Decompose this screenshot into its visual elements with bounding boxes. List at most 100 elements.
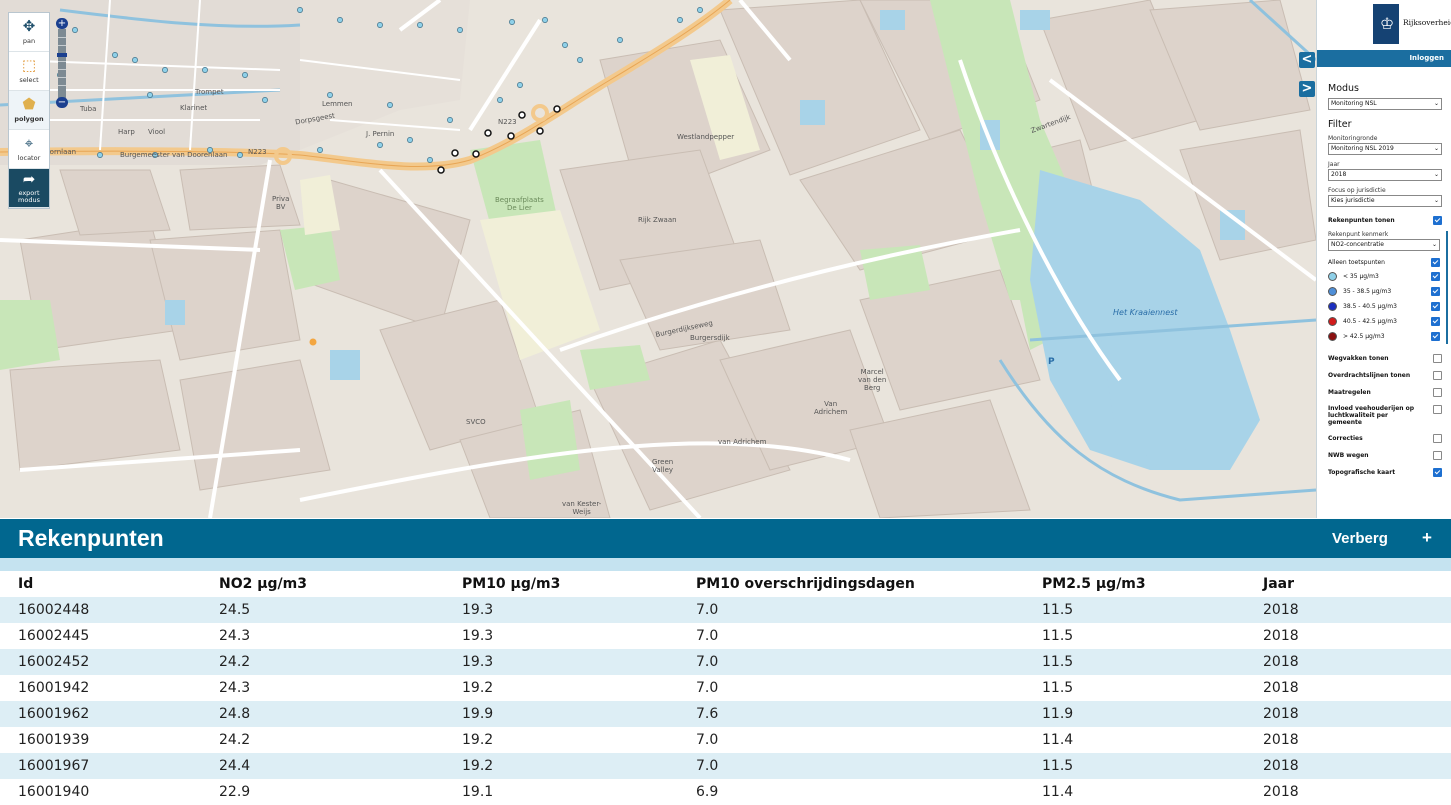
table-cell: 2018 xyxy=(1263,597,1451,623)
layer-list: Wegvakken tonen Overdrachtslijnen tonen Ma… xyxy=(1328,350,1442,481)
layer-label: Correcties xyxy=(1328,435,1363,442)
pan-tool-label: pan xyxy=(22,37,36,45)
legend-checkbox[interactable] xyxy=(1431,287,1440,296)
table-cell: 7.0 xyxy=(696,732,719,748)
crosshair-icon: ⌖ xyxy=(24,134,34,152)
hide-results-button[interactable]: Verberg xyxy=(1332,530,1388,547)
layer-checkbox[interactable] xyxy=(1433,354,1442,363)
results-title: Rekenpunten xyxy=(18,525,164,551)
jaar-select[interactable]: 2018 ⌄ xyxy=(1328,169,1442,181)
column-header[interactable]: Id xyxy=(0,571,219,597)
table-row[interactable]: 16001962 24.8 19.9 7.6 11.9 2018 xyxy=(0,701,1451,727)
column-header[interactable]: Jaar xyxy=(1263,571,1451,597)
legend-item: < 35 µg/m3 xyxy=(1328,269,1440,284)
table-row[interactable]: 16002445 24.3 19.3 7.0 11.5 2018 xyxy=(0,623,1451,649)
table-cell: 19.2 xyxy=(462,753,696,779)
share-arrow-icon: ➦ xyxy=(22,170,36,188)
login-button[interactable]: Inloggen xyxy=(1317,50,1451,67)
rekenpunt-kenmerk-select[interactable]: NO2-concentratie ⌄ xyxy=(1328,239,1440,251)
monitoringronde-select[interactable]: Monitoring NSL 2019 ⌄ xyxy=(1328,143,1442,155)
table-cell: 7.0 xyxy=(696,628,719,644)
alleen-toetspunten-checkbox[interactable] xyxy=(1431,257,1440,267)
layer-label: Maatregelen xyxy=(1328,389,1371,396)
layer-checkbox[interactable] xyxy=(1433,371,1442,380)
legend-checkbox[interactable] xyxy=(1431,302,1440,311)
zoom-slider-thumb[interactable] xyxy=(57,53,67,57)
table-cell: 7.0 xyxy=(696,597,1042,623)
layer-checkbox[interactable] xyxy=(1433,405,1442,414)
table-row[interactable]: 16002448 24.5 19.3 7.0 11.5 2018 xyxy=(0,597,1451,623)
table-cell: 11.5 xyxy=(1042,680,1074,696)
filter-heading: Filter xyxy=(1328,119,1352,130)
column-header[interactable]: NO2 µg/m3 xyxy=(219,571,462,597)
table-row[interactable]: 16001942 24.3 19.2 7.0 11.5 2018 xyxy=(0,675,1451,701)
legend-dot-icon xyxy=(1328,332,1337,341)
results-panel: Rekenpunten Verberg + Id NO2 µg/m3 PM10 µg… xyxy=(0,519,1451,803)
pan-tool-button[interactable]: ✥ pan xyxy=(9,13,49,52)
place-label-kraaiennest: Het Kraaiennest xyxy=(1113,308,1178,317)
zoom-slider[interactable] xyxy=(57,29,67,98)
column-header[interactable]: PM2.5 µg/m3 xyxy=(1042,571,1263,597)
map-tiles xyxy=(0,0,1316,518)
locator-tool-label: locator xyxy=(17,154,41,162)
locator-tool-button[interactable]: ⌖ locator xyxy=(9,130,49,169)
column-header[interactable]: PM10 overschrijdingsdagen xyxy=(696,571,1042,597)
legend-item: 35 - 38.5 µg/m3 xyxy=(1328,284,1440,299)
layer-checkbox[interactable] xyxy=(1433,451,1442,460)
legend-dot-icon xyxy=(1328,272,1337,281)
parking-label: P xyxy=(1048,357,1055,367)
table-cell: 2018 xyxy=(1263,753,1451,779)
place-label-van-adrichem: Van Adrichem xyxy=(814,400,848,416)
table-cell: 7.0 xyxy=(696,680,719,696)
table-cell: 2018 xyxy=(1263,732,1299,748)
collapse-panel-button[interactable]: < xyxy=(1299,52,1315,68)
column-header[interactable]: PM10 µg/m3 xyxy=(462,571,696,597)
chevron-down-icon: ⌄ xyxy=(1433,197,1439,204)
street-label-trompet: Trompet xyxy=(195,88,224,96)
table-row[interactable]: 16001939 24.2 19.2 7.0 11.4 2018 xyxy=(0,727,1451,753)
select-tool-button[interactable]: ⬚ select xyxy=(9,52,49,91)
jaar-label: Jaar xyxy=(1328,161,1340,168)
export-mode-button[interactable]: ➦ export modus xyxy=(9,169,49,208)
crest-icon: ♔ xyxy=(1375,4,1399,44)
expand-panel-button[interactable]: > xyxy=(1299,81,1315,97)
road-label-n223: N223 xyxy=(498,118,517,126)
place-label-begraafplaats: Begraafplaats De Lier xyxy=(495,196,544,212)
layer-label: NWB wegen xyxy=(1328,452,1369,459)
table-row[interactable]: 16001940 22.9 19.1 6.9 11.4 2018 xyxy=(0,779,1451,805)
monitoringronde-label: Monitoringronde xyxy=(1328,135,1378,142)
polygon-tool-button[interactable]: ⬟ polygon xyxy=(9,91,49,130)
layer-row: Correcties xyxy=(1328,430,1442,447)
expand-results-button[interactable]: + xyxy=(1422,528,1432,548)
legend-dot-icon xyxy=(1328,302,1337,311)
table-row[interactable]: 16002452 24.2 19.3 7.0 11.5 2018 xyxy=(0,649,1451,675)
modus-select[interactable]: Monitoring NSL ⌄ xyxy=(1328,98,1442,110)
layer-row: NWB wegen xyxy=(1328,447,1442,464)
table-row[interactable]: 16001967 24.4 19.2 7.0 11.5 2018 xyxy=(0,753,1451,779)
modus-select-value: Monitoring NSL xyxy=(1331,100,1377,107)
table-cell: 16001942 xyxy=(18,680,90,696)
legend-checkbox[interactable] xyxy=(1431,272,1440,281)
focus-select[interactable]: Kies jurisdictie ⌄ xyxy=(1328,195,1442,207)
table-cell: 11.9 xyxy=(1042,701,1263,727)
zoom-in-button[interactable]: + xyxy=(56,18,68,29)
table-cell: 19.1 xyxy=(462,784,494,800)
layer-checkbox[interactable] xyxy=(1433,388,1442,397)
legend-checkbox[interactable] xyxy=(1431,317,1440,326)
layer-checkbox[interactable] xyxy=(1433,434,1442,443)
zoom-out-button[interactable]: − xyxy=(56,97,68,108)
rekenpunten-subgroup: Rekenpunt kenmerk NO2-concentratie ⌄ All… xyxy=(1328,231,1448,344)
table-cell: 19.3 xyxy=(462,628,494,644)
table-cell: 2018 xyxy=(1263,784,1299,800)
legend-label: > 42.5 µg/m3 xyxy=(1343,333,1385,340)
focus-select-value: Kies jurisdictie xyxy=(1331,197,1375,204)
table-cell: 16001940 xyxy=(18,784,90,800)
select-box-icon: ⬚ xyxy=(21,56,37,74)
chevron-down-icon: ⌄ xyxy=(1433,145,1439,152)
table-cell: 24.3 xyxy=(219,628,251,644)
rekenpunten-tonen-checkbox[interactable] xyxy=(1433,215,1442,225)
layer-checkbox[interactable] xyxy=(1433,468,1442,477)
legend-checkbox[interactable] xyxy=(1431,332,1440,341)
map-view[interactable]: N223 N223 Westlandpepper Rijk Zwaan Priv… xyxy=(0,0,1316,518)
table-cell: 16001939 xyxy=(18,732,90,748)
